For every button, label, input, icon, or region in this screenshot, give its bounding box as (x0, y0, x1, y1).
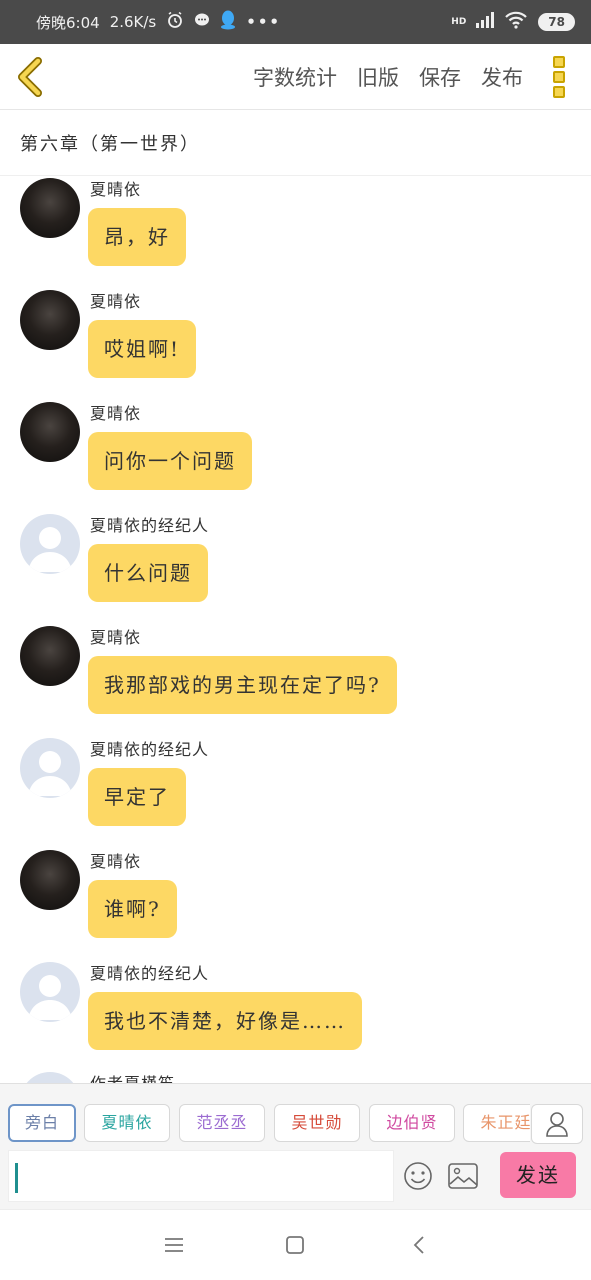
nav-back-button[interactable] (408, 1232, 432, 1258)
text-caret (15, 1163, 18, 1193)
editor-toolbar: 字数统计 旧版 保存 发布 (0, 44, 591, 110)
emoji-button[interactable] (402, 1160, 434, 1192)
role-label: 吴世勋 (291, 1113, 343, 1132)
square-icon (286, 1236, 304, 1254)
menu-dot-icon (553, 71, 565, 83)
qq-icon (220, 10, 236, 34)
chat-message[interactable]: 夏晴依的经纪人 我也不清楚，好像是…… (0, 960, 591, 1072)
status-time: 傍晚6:04 (36, 13, 100, 32)
status-net-speed: 2.6K/s (109, 13, 157, 31)
avatar[interactable] (20, 514, 80, 574)
image-icon (448, 1163, 478, 1189)
speaker-name: 夏晴依 (90, 852, 142, 871)
insert-image-button[interactable] (447, 1162, 479, 1190)
avatar[interactable] (20, 738, 80, 798)
role-chip[interactable]: 吴世勋 (274, 1104, 360, 1142)
speaker-name: 夏晴依 (90, 292, 142, 311)
message-bubble[interactable]: 早定了 (88, 768, 186, 826)
speaker-name: 夏晴依 (90, 404, 142, 423)
message-bubble[interactable]: 我也不清楚，好像是…… (88, 992, 362, 1050)
message-icon (194, 12, 210, 32)
menu-dot-icon (553, 56, 565, 68)
chat-message[interactable]: 作者夏槿笙 (0, 1070, 591, 1083)
role-label: 范丞丞 (196, 1113, 248, 1132)
publish-button[interactable]: 发布 (481, 62, 523, 92)
speaker-name: 作者夏槿笙 (90, 1070, 175, 1083)
wifi-icon (504, 11, 528, 33)
more-notifications-icon: ••• (246, 13, 282, 31)
avatar[interactable] (20, 178, 80, 238)
recent-apps-button[interactable] (162, 1232, 186, 1258)
message-bubble[interactable]: 哎姐啊! (88, 320, 197, 378)
chat-message[interactable]: 夏晴依 问你一个问题 (0, 400, 591, 512)
system-nav-bar (0, 1209, 591, 1280)
save-button[interactable]: 保存 (419, 62, 461, 92)
old-version-button[interactable]: 旧版 (357, 62, 399, 92)
chevron-left-icon (413, 1236, 424, 1254)
chat-message[interactable]: 夏晴依 谁啊? (0, 848, 591, 960)
default-user-icon (28, 975, 72, 1020)
speaker-name: 夏晴依 (90, 628, 142, 647)
more-menu-button[interactable] (553, 56, 569, 98)
avatar[interactable] (20, 1072, 80, 1083)
send-button[interactable]: 发送 (500, 1152, 576, 1198)
chat-list[interactable]: 夏晴依 昂，好 夏晴依 哎姐啊! 夏晴依 问你一个问题 夏晴依的经纪人 什么问题… (0, 176, 591, 1083)
chat-message[interactable]: 夏晴依 昂，好 (0, 176, 591, 288)
chapter-title[interactable]: 第六章（第一世界） (0, 110, 591, 176)
message-bubble[interactable]: 谁啊? (88, 880, 177, 938)
avatar[interactable] (20, 402, 80, 462)
role-chip[interactable]: 朱正廷 (463, 1104, 530, 1142)
default-user-icon (20, 1072, 80, 1083)
alarm-icon (166, 11, 184, 33)
speaker-name: 夏晴依 (90, 180, 142, 199)
role-label: 夏晴依 (101, 1113, 153, 1132)
role-label: 边伯贤 (386, 1113, 438, 1132)
avatar[interactable] (20, 850, 80, 910)
role-chip[interactable]: 边伯贤 (369, 1104, 455, 1142)
speaker-name: 夏晴依的经纪人 (90, 964, 210, 983)
message-bubble[interactable]: 问你一个问题 (88, 432, 252, 490)
chat-message[interactable]: 夏晴依 哎姐啊! (0, 288, 591, 400)
chevron-left-icon (18, 57, 42, 97)
role-chip[interactable]: 范丞丞 (179, 1104, 265, 1142)
avatar[interactable] (20, 626, 80, 686)
smiley-icon (404, 1162, 432, 1190)
avatar[interactable] (20, 290, 80, 350)
signal-icon (476, 12, 495, 32)
home-button[interactable] (283, 1232, 307, 1258)
menu-lines-icon (165, 1238, 183, 1252)
role-chip[interactable]: 夏晴依 (84, 1104, 170, 1142)
speaker-name: 夏晴依的经纪人 (90, 516, 210, 535)
role-chip-narration[interactable]: 旁白 (8, 1104, 76, 1142)
role-label: 朱正廷 (480, 1113, 530, 1132)
default-user-icon (28, 751, 72, 796)
message-bubble[interactable]: 昂，好 (88, 208, 186, 266)
role-label: 旁白 (24, 1113, 59, 1132)
menu-dot-icon (553, 86, 565, 98)
message-input[interactable] (8, 1150, 394, 1202)
user-icon (546, 1112, 568, 1137)
role-selector[interactable]: 旁白 夏晴依 范丞丞 吴世勋 边伯贤 朱正廷 (0, 1102, 530, 1144)
battery-indicator: 78 (538, 13, 575, 31)
back-button[interactable] (12, 56, 52, 98)
word-count-button[interactable]: 字数统计 (253, 62, 337, 92)
chat-message[interactable]: 夏晴依 我那部戏的男主现在定了吗? (0, 624, 591, 736)
chat-message[interactable]: 夏晴依的经纪人 什么问题 (0, 512, 591, 624)
network-type-badge: HD (451, 16, 467, 27)
message-bubble[interactable]: 什么问题 (88, 544, 208, 602)
status-bar: 傍晚6:04 2.6K/s ••• HD 78 (0, 0, 591, 44)
composer: 旁白 夏晴依 范丞丞 吴世勋 边伯贤 朱正廷 发送 (0, 1083, 591, 1209)
role-picker-button[interactable] (531, 1104, 583, 1144)
message-bubble[interactable]: 我那部戏的男主现在定了吗? (88, 656, 397, 714)
default-user-icon (28, 527, 72, 572)
avatar[interactable] (20, 962, 80, 1022)
speaker-name: 夏晴依的经纪人 (90, 740, 210, 759)
chat-message[interactable]: 夏晴依的经纪人 早定了 (0, 736, 591, 848)
